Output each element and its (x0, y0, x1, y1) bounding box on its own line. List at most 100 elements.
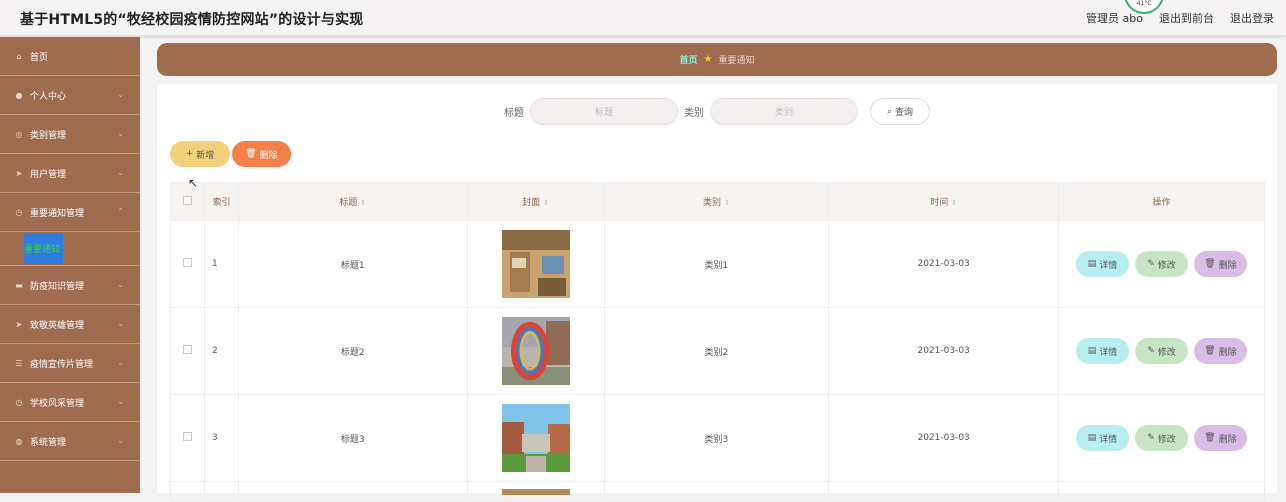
trash-icon: 🗑 (1204, 259, 1216, 269)
row-title: 标题1 (237, 220, 468, 308)
trash-icon: 🗑 (1204, 346, 1216, 356)
logout-link[interactable]: 退出登录 (1230, 10, 1274, 26)
row-category: 类别3 (603, 394, 830, 482)
table-row: 2 标题2 类别2 2021-03-03 ▤ 详情 ✎ 修改 🗑 删除 (170, 307, 1265, 395)
cover-image[interactable] (501, 404, 570, 472)
sort-icon[interactable]: ⇕ (360, 199, 366, 207)
row-select-cell[interactable] (170, 394, 205, 482)
breadcrumb-current: 重要通知 (718, 56, 755, 66)
delete-label: 删除 (1218, 434, 1237, 445)
row-index: 3 (203, 394, 239, 482)
cover-image[interactable] (501, 488, 570, 495)
edit-icon: ✎ (1147, 346, 1155, 356)
chevron-down-icon: ⌄ (117, 436, 124, 445)
edit-button[interactable]: ✎ 修改 (1135, 338, 1188, 364)
title-search-input[interactable]: 标题 (530, 98, 678, 125)
row-category: 类别1 (603, 220, 830, 308)
bulk-delete-button[interactable]: 🗑 删除 (232, 141, 291, 167)
row-checkbox[interactable] (182, 432, 192, 441)
row-time: 2021-03-03 (828, 307, 1060, 395)
chevron-down-icon: ⌄ (117, 397, 124, 406)
edit-label: 修改 (1157, 260, 1176, 271)
home-icon: ⌂ (16, 51, 22, 61)
chevron-down-icon: ⌄ (117, 358, 124, 367)
cover-image[interactable] (501, 317, 570, 385)
row-title: 标题2 (237, 307, 468, 395)
sidebar-item-notice[interactable]: ◷ 重要通知管理 ⌃ (0, 193, 140, 232)
detail-button[interactable]: ▤ 详情 (1076, 425, 1129, 451)
header-title[interactable]: 标题 ⇕ (237, 182, 468, 221)
search-icon: ⌕ (886, 106, 893, 117)
sidebar-item-label: 致敬英雄管理 (30, 320, 85, 331)
sidebar-item-profile[interactable]: ● 个人中心 ⌄ (0, 76, 140, 115)
header-category-label: 类别 (702, 198, 721, 208)
delete-button[interactable]: 🗑 删除 (1194, 251, 1247, 277)
add-button[interactable]: + 新增 (170, 141, 230, 167)
sidebar-item-heroes[interactable]: ➤ 致敬英雄管理 ⌄ (0, 305, 140, 344)
sidebar-subitem-notice[interactable]: 重要通知 (0, 232, 140, 266)
table-row (170, 481, 1265, 502)
detail-button[interactable]: ▤ 详情 (1076, 251, 1129, 277)
sidebar-item-users[interactable]: ➤ 用户管理 ⌄ (0, 154, 140, 193)
globe-icon: ◍ (15, 436, 23, 446)
sidebar-item-system[interactable]: ◍ 系统管理 ⌄ (0, 422, 140, 461)
user-icon: ● (15, 90, 23, 100)
row-category: 类别2 (603, 307, 830, 395)
row-checkbox[interactable] (182, 258, 192, 267)
send-icon: ➤ (15, 319, 23, 329)
sidebar-item-label: 防疫知识管理 (30, 281, 85, 292)
top-right-links: 管理员 abo 退出到前台 退出登录 (1086, 10, 1274, 26)
table-row: 3 标题3 类别3 2021-03-03 ▤ 详情 ✎ 修改 🗑 删除 (170, 394, 1265, 482)
delete-label: 删除 (1218, 347, 1237, 358)
sidebar: ⌂ 首页 ● 个人中心 ⌄ ◎ 类别管理 ⌄ ➤ 用户管理 ⌄ ◷ 重要通知管理… (0, 37, 140, 493)
bulk-delete-label: 删除 (259, 150, 278, 161)
edit-button[interactable]: ✎ 修改 (1135, 425, 1188, 451)
sidebar-subitem-label: 重要通知 (24, 233, 63, 264)
delete-button[interactable]: 🗑 删除 (1194, 338, 1247, 364)
header-cover-label: 封面 (522, 198, 541, 208)
chevron-down-icon: ⌄ (117, 319, 124, 328)
edit-icon: ✎ (1147, 433, 1155, 443)
sidebar-item-videos[interactable]: ☰ 疫情宣传片管理 ⌄ (0, 344, 140, 383)
header-category[interactable]: 类别 ⇕ (603, 182, 830, 221)
sidebar-item-label: 用户管理 (30, 169, 67, 180)
plus-icon: + (185, 149, 194, 159)
edit-icon: ✎ (1147, 259, 1155, 269)
row-title (237, 481, 468, 502)
sidebar-item-category[interactable]: ◎ 类别管理 ⌄ (0, 115, 140, 154)
sort-icon[interactable]: ⇕ (543, 199, 549, 207)
breadcrumb-home[interactable]: 首页 (680, 53, 698, 66)
clock-icon: ◷ (15, 397, 23, 407)
delete-button[interactable]: 🗑 删除 (1194, 425, 1247, 451)
header-cover[interactable]: 封面 ⇕ (466, 182, 605, 221)
header-time[interactable]: 时间 ⇕ (828, 182, 1060, 221)
sort-icon[interactable]: ⇕ (724, 199, 730, 207)
delete-label: 删除 (1218, 260, 1237, 271)
sort-icon[interactable]: ⇕ (951, 199, 957, 207)
row-select-cell[interactable] (170, 307, 205, 395)
select-all-checkbox[interactable] (182, 195, 192, 205)
category-search-input[interactable]: 类别 (710, 98, 858, 125)
edit-button[interactable]: ✎ 修改 (1135, 251, 1188, 277)
row-checkbox[interactable] (182, 345, 192, 354)
sidebar-item-campus[interactable]: ◷ 学校风采管理 ⌄ (0, 383, 140, 422)
row-select-cell[interactable] (170, 220, 205, 308)
row-ops (1058, 481, 1265, 502)
category-label: 类别 (684, 108, 704, 119)
front-link[interactable]: 退出到前台 (1159, 10, 1214, 26)
query-button[interactable]: ⌕ 查询 (870, 98, 930, 125)
edit-label: 修改 (1157, 347, 1176, 358)
row-title: 标题3 (237, 394, 468, 482)
category-icon: ◎ (15, 129, 23, 139)
sidebar-item-label: 类别管理 (30, 130, 67, 141)
row-cover-cell (466, 481, 605, 502)
detail-button[interactable]: ▤ 详情 (1076, 338, 1129, 364)
sidebar-item-knowledge[interactable]: ▬ 防疫知识管理 ⌄ (0, 266, 140, 305)
table-row: 1 标题1 类别1 2021-03-03 ▤ 详情 ✎ 修改 🗑 删除 (170, 220, 1265, 308)
row-index: 2 (203, 307, 239, 395)
sidebar-item-home[interactable]: ⌂ 首页 (0, 37, 140, 76)
chevron-down-icon: ⌄ (117, 90, 124, 99)
cover-image[interactable] (501, 230, 570, 298)
table-header-row: 索引 标题 ⇕ 封面 ⇕ 类别 ⇕ 时间 ⇕ 操作 (170, 182, 1265, 221)
edit-label: 修改 (1157, 434, 1176, 445)
